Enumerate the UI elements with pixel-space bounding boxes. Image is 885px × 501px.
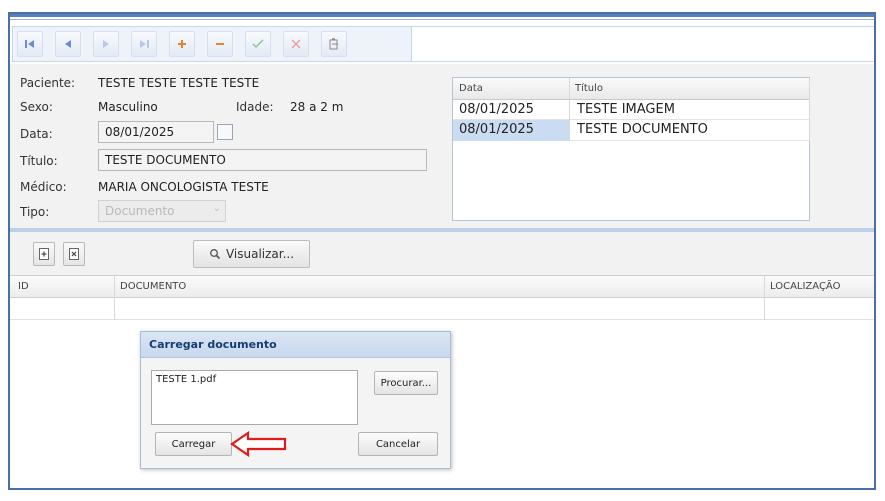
files-col-documento: DOCUMENTO xyxy=(120,281,187,292)
data-label: Data: xyxy=(20,127,53,141)
record-toolbar xyxy=(12,26,412,62)
window-top-border xyxy=(10,14,874,17)
previous-record-icon xyxy=(65,40,71,48)
next-record-button[interactable] xyxy=(93,31,119,57)
tipo-select-value: Documento xyxy=(105,204,175,218)
titulo-field[interactable]: TESTE DOCUMENTO xyxy=(98,149,427,171)
remove-icon xyxy=(216,43,224,45)
sexo-value: Masculino xyxy=(98,100,158,114)
records-row-0-data: 08/01/2025 xyxy=(459,102,534,117)
upload-dialog: Carregar documento TESTE 1.pdf Procurar.… xyxy=(140,331,451,469)
files-grid-header: ID DOCUMENTO LOCALIZAÇÃO xyxy=(10,276,874,298)
edit-document-button[interactable] xyxy=(321,31,347,57)
files-col-localizacao: LOCALIZAÇÃO xyxy=(770,281,841,292)
window-top-border-inner xyxy=(10,19,874,20)
calendar-icon[interactable] xyxy=(217,124,233,140)
app-window: Paciente: TESTE TESTE TESTE TESTE Sexo: … xyxy=(8,12,876,490)
first-record-button[interactable] xyxy=(17,31,43,57)
medico-label: Médico: xyxy=(20,180,67,194)
remove-file-icon xyxy=(69,248,79,260)
records-row-0-titulo: TESTE IMAGEM xyxy=(577,102,675,117)
annotation-arrow-icon xyxy=(230,431,287,457)
idade-label: Idade: xyxy=(236,100,274,114)
paciente-label: Paciente: xyxy=(20,76,76,90)
titulo-label: Título: xyxy=(20,154,58,168)
selected-file-box[interactable]: TESTE 1.pdf xyxy=(151,370,358,425)
previous-record-button[interactable] xyxy=(55,31,81,57)
add-icon xyxy=(178,40,186,48)
records-row-1-data: 08/01/2025 xyxy=(459,122,534,137)
records-col-data: Data xyxy=(459,83,483,94)
edit-document-icon xyxy=(329,38,338,50)
visualizar-label: Visualizar... xyxy=(225,247,295,261)
table-row[interactable]: 08/01/2025 TESTE DOCUMENTO xyxy=(453,120,809,141)
remove-record-button[interactable] xyxy=(207,31,233,57)
records-grid-header: Data Título xyxy=(453,78,810,100)
add-file-button[interactable] xyxy=(33,242,55,266)
records-row-1-titulo: TESTE DOCUMENTO xyxy=(577,122,708,137)
add-file-icon xyxy=(39,248,49,260)
add-record-button[interactable] xyxy=(169,31,195,57)
records-col-titulo: Título xyxy=(575,83,604,94)
carregar-button[interactable]: Carregar xyxy=(155,432,232,456)
cancelar-button[interactable]: Cancelar xyxy=(358,432,438,456)
records-grid: Data Título 08/01/2025 TESTE IMAGEM 08/0… xyxy=(452,77,810,221)
first-record-icon xyxy=(25,40,34,48)
chevron-down-icon: ⌄ xyxy=(212,203,221,214)
data-field[interactable]: 08/01/2025 xyxy=(98,121,214,143)
confirm-button[interactable] xyxy=(245,31,271,57)
medico-value: MARIA ONCOLOGISTA TESTE xyxy=(98,180,269,194)
procurar-button[interactable]: Procurar... xyxy=(374,371,438,395)
next-record-icon xyxy=(103,40,109,48)
paciente-value: TESTE TESTE TESTE TESTE xyxy=(98,76,260,90)
table-row[interactable] xyxy=(10,298,874,320)
toolbar-filler xyxy=(412,26,874,62)
last-record-icon xyxy=(140,40,149,48)
tipo-select[interactable]: Documento ⌄ xyxy=(98,200,226,222)
cancel-x-icon xyxy=(291,39,301,49)
files-toolbar: Visualizar... xyxy=(10,232,874,276)
confirm-check-icon xyxy=(252,39,264,49)
remove-file-button[interactable] xyxy=(63,242,85,266)
idade-value: 28 a 2 m xyxy=(290,100,344,114)
cancel-button[interactable] xyxy=(283,31,309,57)
upload-dialog-title: Carregar documento xyxy=(141,332,450,358)
magnifier-icon xyxy=(210,249,221,260)
sexo-label: Sexo: xyxy=(20,100,53,114)
upload-dialog-body: TESTE 1.pdf Procurar... Carregar Cancela… xyxy=(141,358,450,468)
table-row[interactable]: 08/01/2025 TESTE IMAGEM xyxy=(453,100,809,120)
tipo-label: Tipo: xyxy=(20,205,50,219)
last-record-button[interactable] xyxy=(131,31,157,57)
files-col-id: ID xyxy=(18,281,29,292)
visualizar-button[interactable]: Visualizar... xyxy=(193,240,310,268)
